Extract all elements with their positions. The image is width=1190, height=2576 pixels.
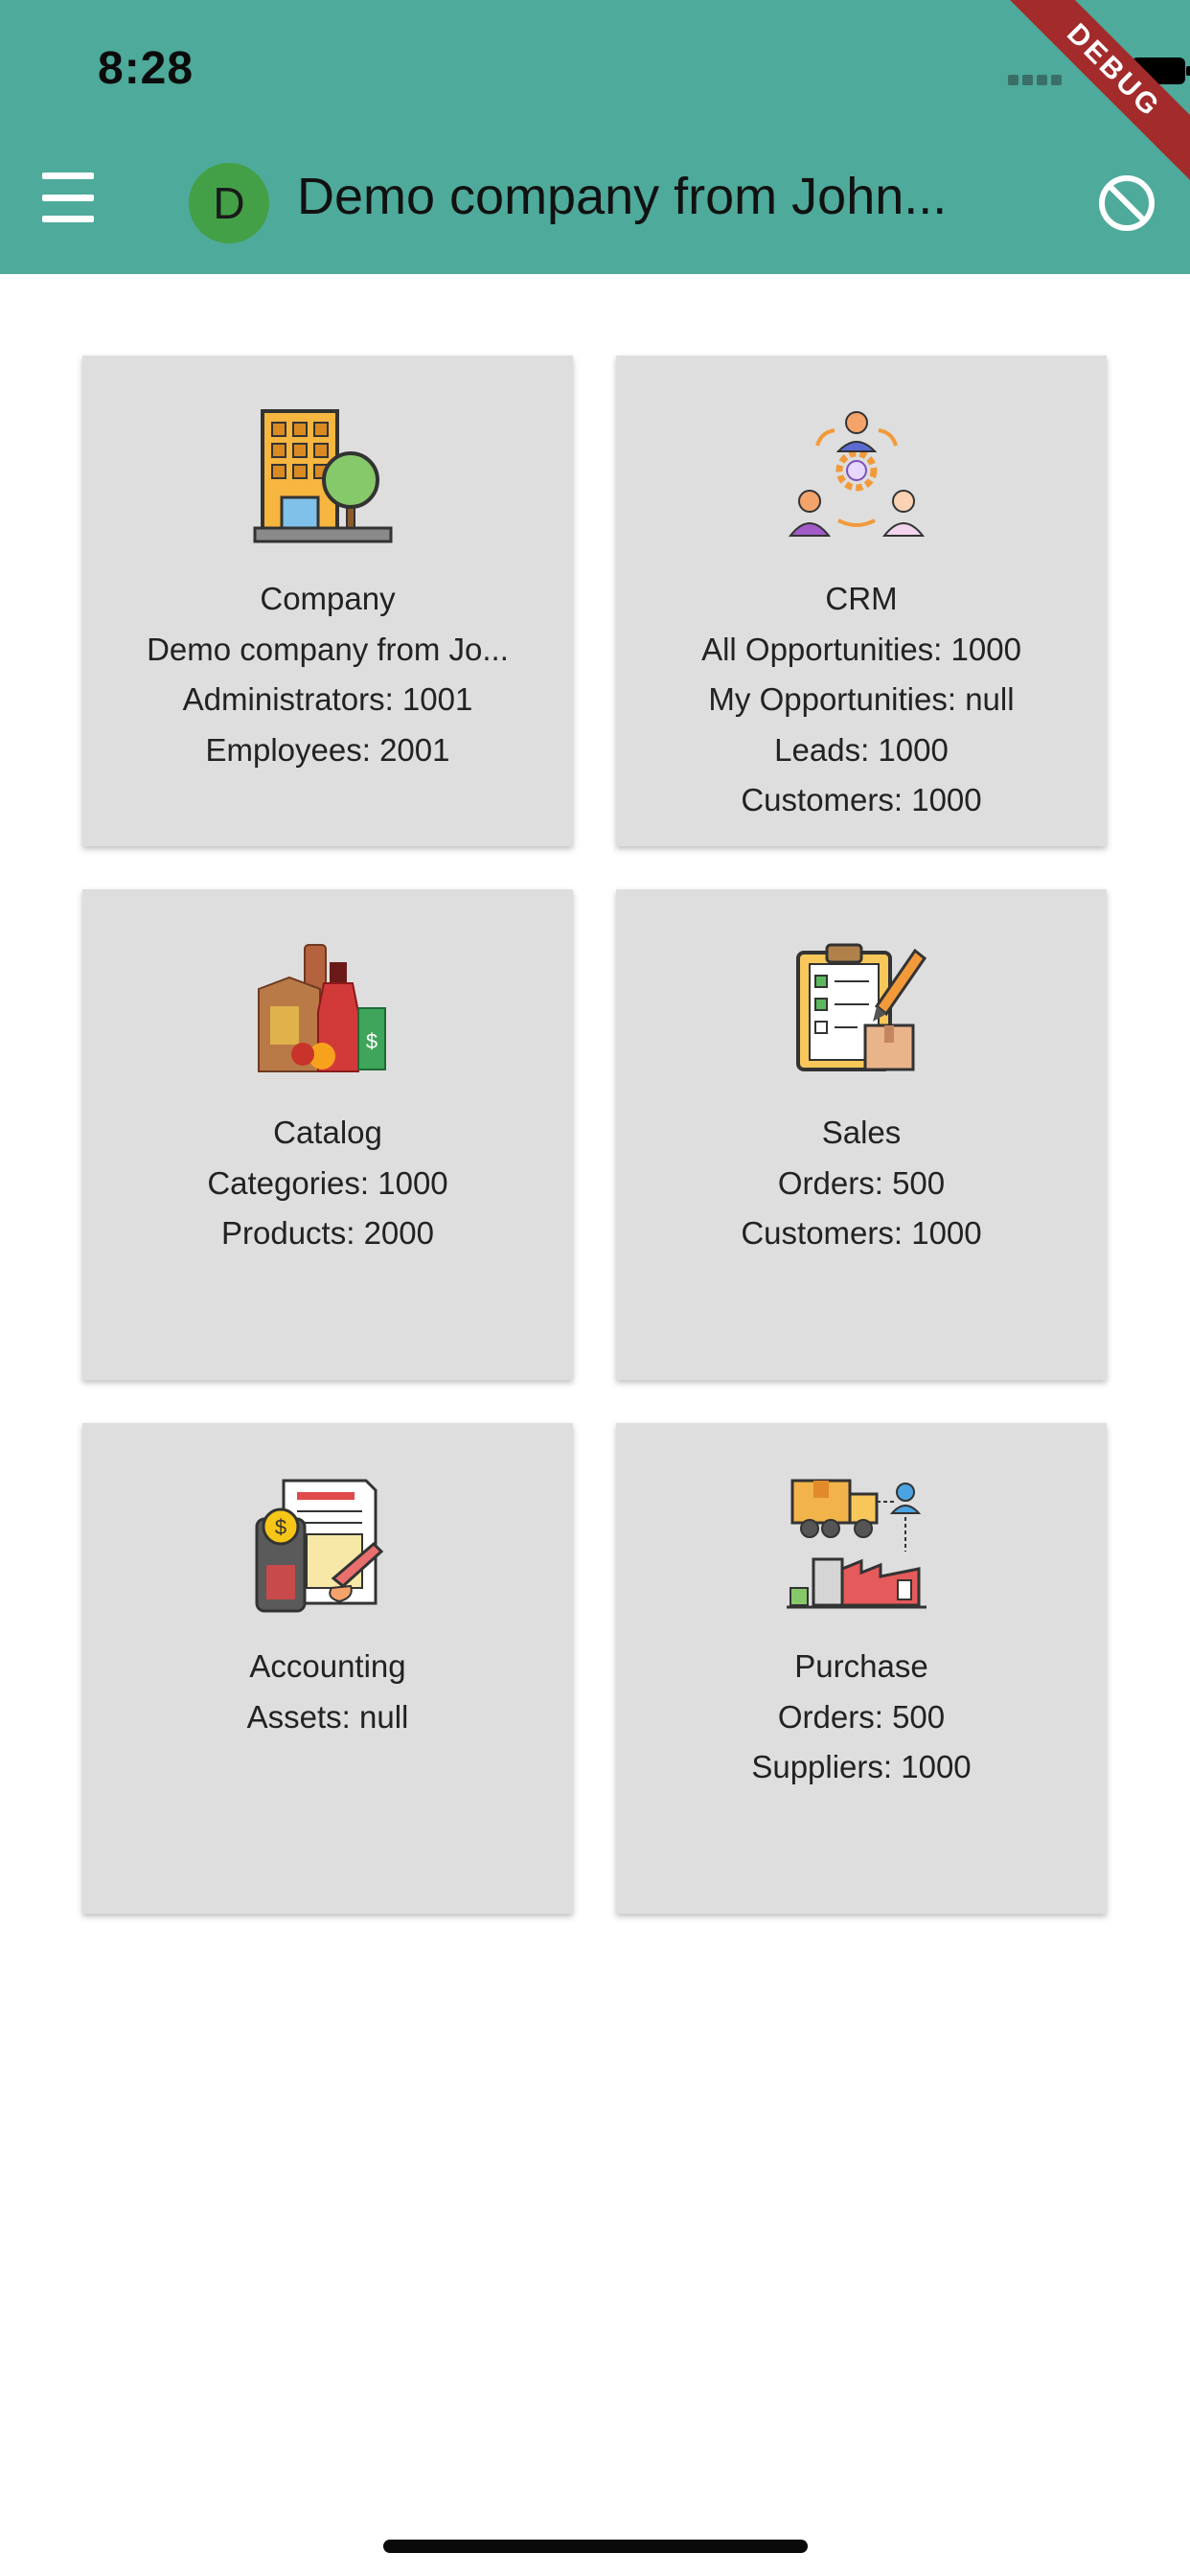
card-lines: Company Demo company from Jo... Administ…	[82, 574, 573, 775]
card-info: Orders: 500	[777, 1698, 946, 1735]
card-company[interactable]: Company Demo company from Jo... Administ…	[82, 356, 573, 846]
card-info: All Opportunities: 1000	[701, 631, 1021, 667]
card-info: Leads: 1000	[774, 731, 949, 768]
block-icon[interactable]	[1096, 172, 1157, 234]
app-bar: 8:28 DEBUG D Demo company from John...	[0, 0, 1190, 274]
card-title: Sales	[821, 1115, 902, 1150]
calculator-document-icon: $	[255, 1479, 384, 1613]
card-info: My Opportunities: null	[708, 681, 1015, 717]
menu-icon-bar	[42, 194, 94, 201]
card-title: Catalog	[273, 1115, 382, 1150]
card-catalog[interactable]: $ Catalog Categories: 1000 Products: 200…	[82, 889, 573, 1380]
page-title: Demo company from John...	[297, 168, 948, 225]
card-info: Suppliers: 1000	[751, 1749, 972, 1784]
card-crm[interactable]: CRM All Opportunities: 1000 My Opportuni…	[616, 356, 1107, 846]
card-lines: Catalog Categories: 1000 Products: 2000	[82, 1108, 573, 1259]
company-avatar[interactable]: D	[189, 163, 269, 243]
card-title: Accounting	[249, 1648, 406, 1684]
card-lines: Sales Orders: 500 Customers: 1000	[616, 1108, 1107, 1259]
card-info: Demo company from Jo...	[147, 631, 509, 667]
card-sales[interactable]: Sales Orders: 500 Customers: 1000	[616, 889, 1107, 1380]
clipboard-pencil-box-icon	[796, 943, 927, 1071]
svg-text:$: $	[366, 1029, 378, 1053]
status-time: 8:28	[98, 43, 195, 94]
card-info: Administrators: 1001	[182, 681, 473, 717]
card-lines: Accounting Assets: null	[82, 1642, 573, 1742]
svg-text:$: $	[275, 1515, 286, 1539]
menu-icon-bar	[42, 216, 94, 222]
card-purchase[interactable]: Purchase Orders: 500 Suppliers: 1000	[616, 1423, 1107, 1914]
menu-button[interactable]	[42, 172, 105, 222]
card-info: Employees: 2001	[205, 731, 450, 768]
crm-people-gear-icon	[788, 411, 926, 537]
card-lines: CRM All Opportunities: 1000 My Opportuni…	[616, 574, 1107, 826]
card-accounting[interactable]: $ Accounting Assets: null	[82, 1423, 573, 1914]
card-info: Categories: 1000	[207, 1164, 448, 1201]
card-title: CRM	[825, 581, 898, 616]
building-tree-icon	[253, 409, 393, 543]
card-info: Assets: null	[246, 1698, 409, 1735]
products-catalog-icon: $	[258, 944, 386, 1072]
card-lines: Purchase Orders: 500 Suppliers: 1000	[616, 1642, 1107, 1793]
debug-banner: DEBUG	[995, 0, 1190, 190]
truck-factory-icon	[787, 1479, 927, 1609]
card-title: Company	[260, 581, 396, 616]
card-title: Purchase	[794, 1648, 928, 1684]
card-info: Orders: 500	[777, 1164, 946, 1201]
card-info: Products: 2000	[221, 1215, 434, 1251]
home-indicator[interactable]	[383, 2540, 808, 2553]
menu-icon-bar	[42, 172, 94, 179]
card-info: Customers: 1000	[741, 1215, 982, 1251]
card-info: Customers: 1000	[741, 782, 982, 817]
cellular-signal-icon	[1008, 73, 1065, 85]
